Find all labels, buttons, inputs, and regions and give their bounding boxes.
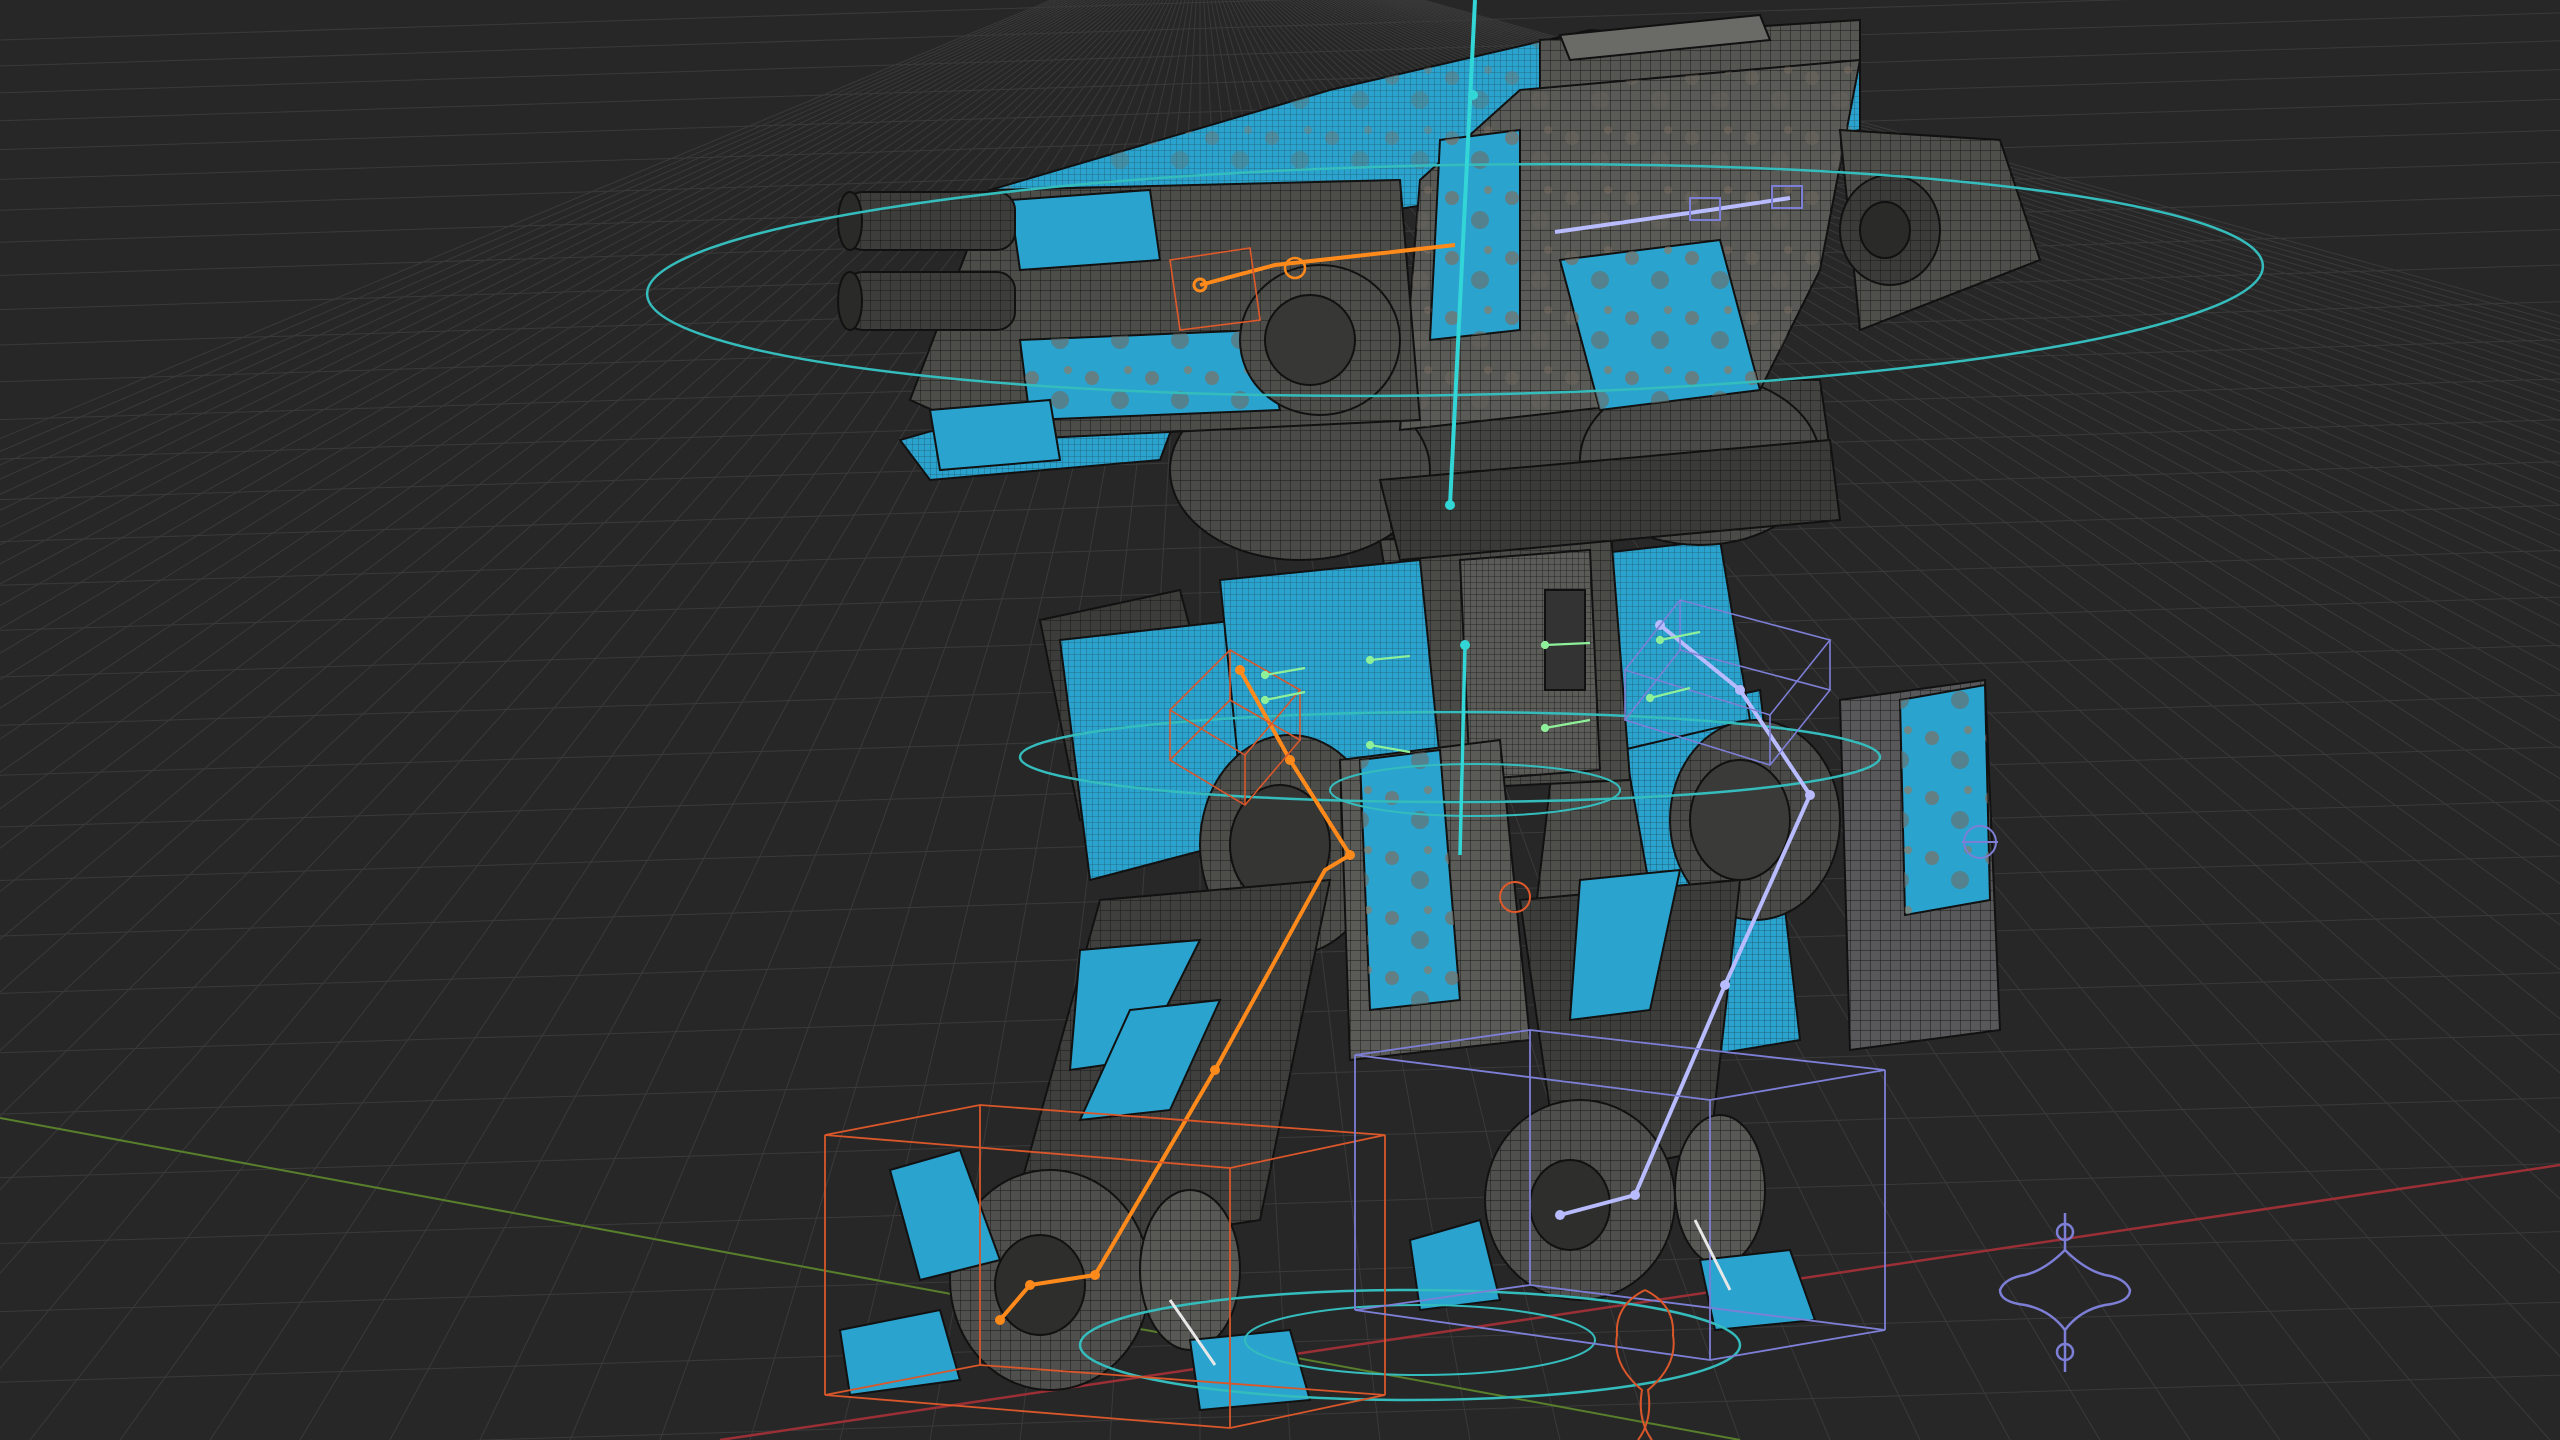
root-inner-ring[interactable] — [1244, 1304, 1596, 1376]
3d-viewport[interactable] — [0, 0, 2560, 1440]
upper-hull — [837, 13, 2042, 472]
viewport-canvas[interactable] — [0, 0, 2560, 1440]
crosshair-empty-icon[interactable] — [1998, 1213, 2132, 1372]
grid-line — [0, 1231, 2560, 1313]
root-bone-shape[interactable] — [1615, 1289, 1675, 1440]
